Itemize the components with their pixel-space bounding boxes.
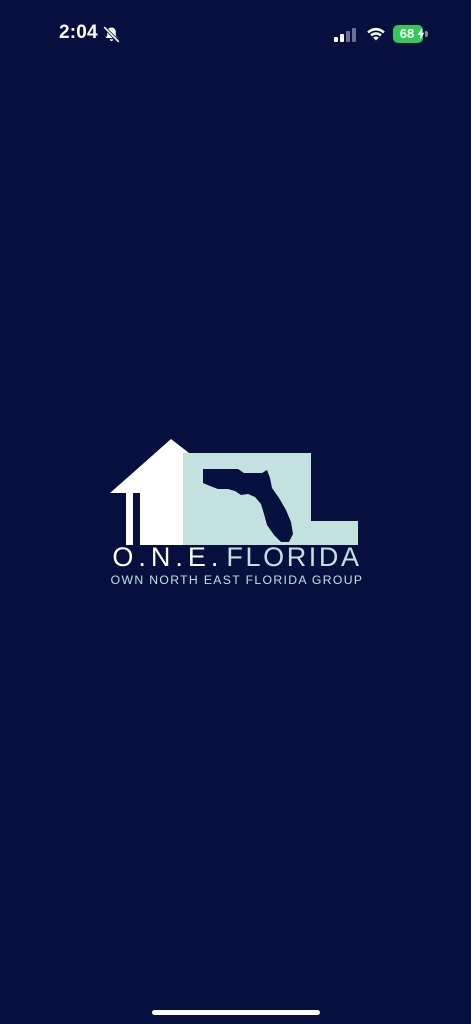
status-time: 2:04: [59, 22, 98, 43]
bell-slash-icon: [103, 26, 120, 43]
app-logo: O.N.E. FLORIDA OWN NORTH EAST FLORIDA GRO…: [92, 436, 382, 591]
brand-name: O.N.E. FLORIDA: [92, 542, 382, 573]
cellular-signal-icon: [334, 28, 356, 42]
house-florida-logo-mark: [110, 439, 358, 545]
brand-prefix: O.N.E.: [112, 542, 224, 572]
status-bar: 2:04 68: [0, 0, 471, 60]
battery-cap: [425, 31, 428, 37]
battery-icon: 68: [393, 25, 429, 43]
home-indicator[interactable]: [152, 1010, 320, 1015]
brand-tagline: OWN NORTH EAST FLORIDA GROUP: [110, 573, 364, 587]
battery-level: 68: [399, 26, 415, 41]
wifi-icon: [367, 27, 385, 41]
house-shape: [110, 439, 189, 545]
charging-bolt-icon: [417, 28, 425, 40]
brand-word: FLORIDA: [226, 542, 362, 572]
